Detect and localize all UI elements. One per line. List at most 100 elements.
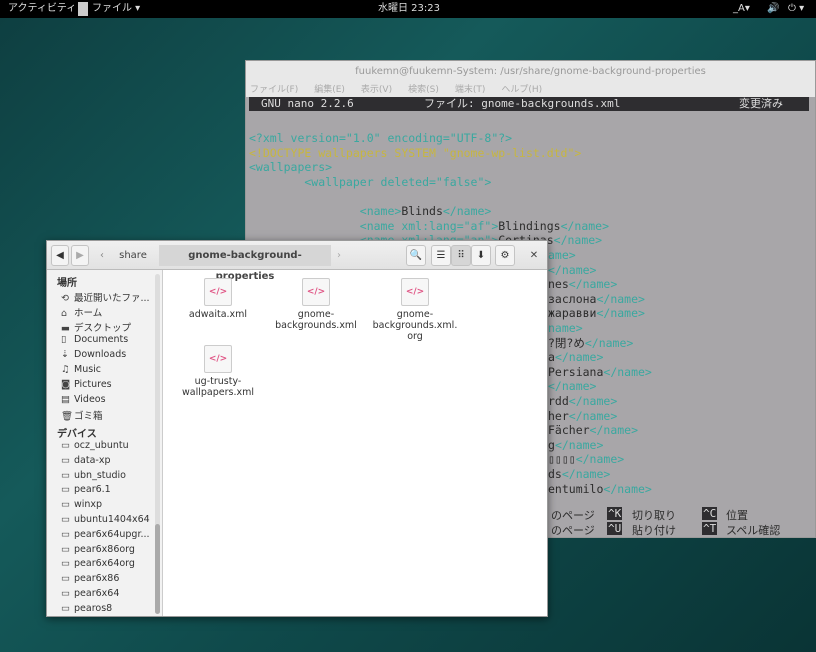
xml-tag: <wallpaper deleted="false">	[249, 175, 492, 189]
sidebar-item-device[interactable]: ▭ winxp	[61, 499, 102, 510]
file-item[interactable]: </> gnome-backgrounds.xml	[271, 278, 361, 331]
sidebar-item-device[interactable]: ▭ ocz_ubuntu	[61, 440, 129, 451]
xml-tag: <name>	[249, 204, 402, 218]
menu-help[interactable]: ヘルプ(H)	[501, 85, 542, 95]
file-manager-window[interactable]: ◀ ▶ ‹ share gnome-background-properties …	[46, 240, 548, 617]
scrollbar-thumb[interactable]	[155, 524, 160, 614]
clock[interactable]: 水曜日 23:23	[378, 0, 440, 18]
sidebar-item-device[interactable]: ▭ data-xp	[61, 455, 110, 466]
place-icon: ⌂	[61, 307, 68, 319]
sidebar-item-デスクトップ[interactable]: ▬ デスクトップ	[61, 320, 131, 334]
sidebar-item-label: pear6x64org	[74, 558, 135, 570]
xml-text: g	[548, 437, 555, 452]
nano-titlebar: GNU nano 2.2.6 ファイル: gnome-backgrounds.x…	[249, 97, 809, 111]
shortcut-key: ^K	[607, 507, 623, 520]
terminal-line: <!DOCTYPE wallpapers SYSTEM "gnome-wp-li…	[249, 146, 581, 160]
menu-file[interactable]: ファイル(F)	[250, 85, 298, 95]
app-menu[interactable]: ファイル ▾	[92, 0, 140, 18]
list-view-button[interactable]: ☰	[431, 245, 451, 266]
sidebar-item-ホーム[interactable]: ⌂ ホーム	[61, 305, 102, 319]
volume-icon[interactable]: 🔊	[767, 0, 779, 18]
breadcrumb-current[interactable]: gnome-background-properties	[159, 245, 331, 282]
close-button[interactable]: ✕	[525, 245, 543, 266]
activities-button[interactable]: アクティビティ	[8, 0, 76, 18]
breadcrumb-left-arrow[interactable]: ‹	[95, 245, 109, 266]
terminal-line-fragment: </name>	[548, 263, 596, 277]
terminal-line-fragment: a</name>	[548, 350, 603, 364]
xml-end-tag: </name>	[553, 233, 603, 247]
drive-icon: ▭	[61, 440, 70, 451]
input-method-menu[interactable]: _A▾	[733, 0, 750, 18]
sidebar-item-device[interactable]: ▭ pearos8	[61, 603, 112, 614]
sidebar-item-ゴミ箱[interactable]: 🗑ゴミ箱	[61, 408, 103, 422]
sidebar-item-device[interactable]: ▭ pear6x86org	[61, 544, 135, 555]
sidebar-item-Videos[interactable]: ▤ Videos	[61, 394, 106, 405]
xml-text: Persiana	[548, 364, 604, 379]
place-icon: 🗑	[61, 411, 74, 423]
terminal-title: fuukemn@fuukemn-System: /usr/share/gnome…	[246, 61, 815, 83]
sidebar-item-label: ubn_studio	[74, 469, 126, 481]
file-name: ug-trusty-wallpapers.xml	[182, 376, 254, 398]
nano-version: GNU nano 2.2.6	[261, 97, 354, 110]
terminal-line-fragment: заслона</name>	[548, 292, 645, 306]
sidebar-item-label: data-xp	[74, 454, 111, 466]
sidebar-item-label: ホーム	[74, 307, 103, 319]
header-bar: ◀ ▶ ‹ share gnome-background-properties …	[47, 241, 547, 282]
sidebar-scrollbar[interactable]	[155, 274, 160, 614]
menu-search[interactable]: 検索(S)	[408, 85, 439, 95]
sidebar-item-label: winxp	[74, 499, 103, 511]
terminal-line-fragment: g</name>	[548, 438, 603, 452]
sidebar-item-label: Videos	[74, 393, 106, 405]
file-name: adwaita.xml	[188, 309, 248, 320]
grid-view-button[interactable]: ⠿	[451, 245, 471, 266]
drive-icon: ▭	[61, 484, 70, 496]
drive-icon: ▭	[61, 573, 70, 585]
forward-button[interactable]: ▶	[71, 245, 89, 266]
xml-end-tag: name>	[548, 321, 583, 335]
shortcut-key: ^U	[607, 522, 623, 535]
xml-end-tag: </name>	[568, 277, 618, 292]
sidebar-item-device[interactable]: ▭ ubuntu1404x64	[61, 514, 150, 525]
file-name: gnome-backgrounds.xml	[275, 309, 357, 331]
sidebar-item-device[interactable]: ▭ pear6x64upgr...	[61, 529, 150, 540]
sidebar-item-device[interactable]: ▭ pear6x64	[61, 588, 119, 599]
xml-end-tag: </name>	[560, 219, 610, 233]
sidebar-item-最近開いたファ...[interactable]: ⟲ 最近開いたファ...	[61, 290, 150, 304]
back-button[interactable]: ◀	[51, 245, 69, 266]
xml-text: жаравви	[548, 306, 597, 321]
sidebar-item-device[interactable]: ▭ pear6x86	[61, 573, 119, 584]
terminal-line: <name>Blinds</name>	[249, 204, 492, 218]
app-icon	[78, 2, 88, 16]
menu-view[interactable]: 表示(V)	[361, 85, 392, 95]
sidebar-item-label: pearos8	[74, 602, 113, 614]
place-icon: ▤	[61, 393, 70, 405]
sidebar: 場所 ⟲ 最近開いたファ... ⌂ ホーム ▬ デスクトップ ▯ Documents ⇣ Down…	[47, 270, 163, 616]
xml-tag: <wallpapers>	[249, 160, 333, 174]
sidebar-item-label: pear6x64upgr...	[74, 528, 150, 540]
xml-end-tag: </name>	[596, 306, 645, 321]
drive-icon: ▭	[61, 514, 70, 525]
sidebar-item-device[interactable]: ▭ pear6.1	[61, 484, 111, 495]
search-button[interactable]: 🔍	[406, 245, 426, 266]
sort-menu-button[interactable]: ⬇	[471, 245, 491, 266]
place-icon: ▯	[61, 334, 67, 346]
sidebar-item-device[interactable]: ▭ ubn_studio	[61, 470, 126, 481]
sidebar-item-device[interactable]: ▭ pear6x64org	[61, 558, 135, 569]
sidebar-item-Pictures[interactable]: ◙ Pictures	[61, 379, 112, 390]
file-item[interactable]: </> ug-trusty-wallpapers.xml	[173, 345, 263, 398]
sidebar-item-Downloads[interactable]: ⇣ Downloads	[61, 349, 126, 360]
sidebar-item-Documents[interactable]: ▯ Documents	[61, 334, 128, 345]
settings-button[interactable]: ⚙	[495, 245, 515, 266]
xml-text: rdd	[548, 394, 569, 408]
breadcrumb-share[interactable]: share	[109, 245, 157, 266]
menu-edit[interactable]: 編集(E)	[314, 85, 345, 95]
file-name: gnome-backgrounds.xml.org	[372, 309, 458, 342]
breadcrumb-right-arrow[interactable]: ›	[333, 245, 345, 266]
xml-end-tag: </name>	[554, 350, 604, 365]
sidebar-item-Music[interactable]: ♫ Music	[61, 364, 101, 375]
shortcut-key: ^T	[702, 522, 718, 535]
file-item[interactable]: </> adwaita.xml	[173, 278, 263, 320]
file-item[interactable]: </> gnome-backgrounds.xml.org	[370, 278, 460, 342]
menu-terminal[interactable]: 端末(T)	[455, 85, 486, 95]
power-icon[interactable]: ⏻ ▾	[788, 0, 804, 18]
